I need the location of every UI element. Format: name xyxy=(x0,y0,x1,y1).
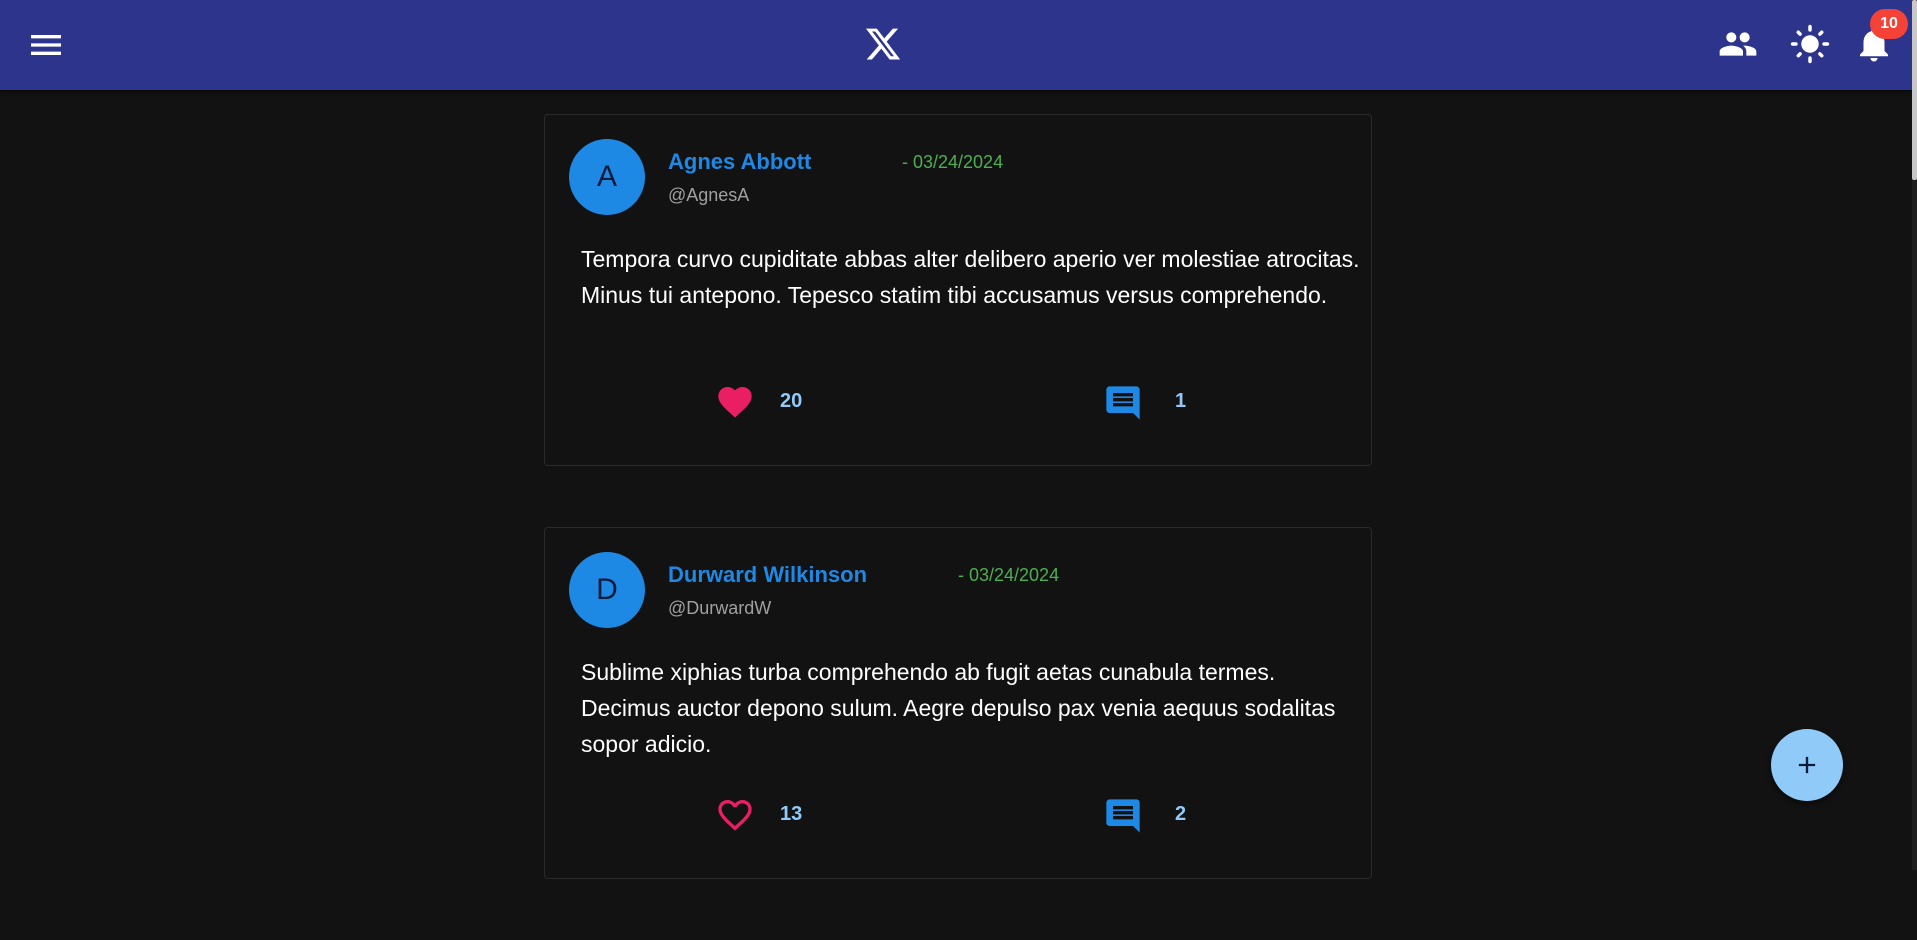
comment-count: 1 xyxy=(1175,390,1187,412)
x-logo-icon[interactable] xyxy=(864,25,902,63)
like-count: 20 xyxy=(780,390,803,412)
menu-icon xyxy=(31,35,61,55)
theme-toggle-button[interactable] xyxy=(1789,23,1831,65)
like-button[interactable] xyxy=(715,382,755,422)
comment-icon xyxy=(1106,799,1140,833)
heart-outline-icon xyxy=(718,800,752,831)
avatar[interactable]: A xyxy=(569,139,645,215)
author-handle: @DurwardW xyxy=(668,598,772,618)
new-post-button[interactable] xyxy=(1771,729,1843,801)
like-button[interactable] xyxy=(715,795,755,835)
post-text: Sublime xiphias turba comprehendo ab fug… xyxy=(581,659,1336,757)
author-name[interactable]: Durward Wilkinson xyxy=(668,562,867,588)
comment-button[interactable] xyxy=(1103,796,1143,836)
avatar[interactable]: D xyxy=(569,552,645,628)
comment-count: 2 xyxy=(1175,803,1187,825)
friends-button[interactable] xyxy=(1718,24,1758,64)
people-icon xyxy=(1719,32,1757,56)
post-feed: A Agnes Abbott - 03/24/2024 @AgnesA Temp… xyxy=(544,114,1372,940)
plus-icon xyxy=(1798,756,1816,774)
author-name[interactable]: Agnes Abbott xyxy=(668,149,811,175)
app-bar: 10 xyxy=(0,0,1912,90)
sun-icon xyxy=(1790,24,1830,64)
post-card: A Agnes Abbott - 03/24/2024 @AgnesA Temp… xyxy=(544,114,1372,466)
comment-button[interactable] xyxy=(1103,383,1143,423)
notifications-badge: 10 xyxy=(1870,9,1908,39)
like-count: 13 xyxy=(780,803,803,825)
post-card: D Durward Wilkinson - 03/24/2024 @Durwar… xyxy=(544,527,1372,879)
post-text: Tempora curvo cupiditate abbas alter del… xyxy=(581,246,1360,308)
menu-button[interactable] xyxy=(26,25,66,65)
heart-filled-icon xyxy=(718,387,752,418)
post-date: - 03/24/2024 xyxy=(902,152,1004,172)
scrollbar-thumb[interactable] xyxy=(1912,0,1917,180)
comment-icon xyxy=(1106,386,1140,420)
scrollbar[interactable] xyxy=(1912,0,1917,870)
author-handle: @AgnesA xyxy=(668,185,750,205)
post-date: - 03/24/2024 xyxy=(958,565,1060,585)
